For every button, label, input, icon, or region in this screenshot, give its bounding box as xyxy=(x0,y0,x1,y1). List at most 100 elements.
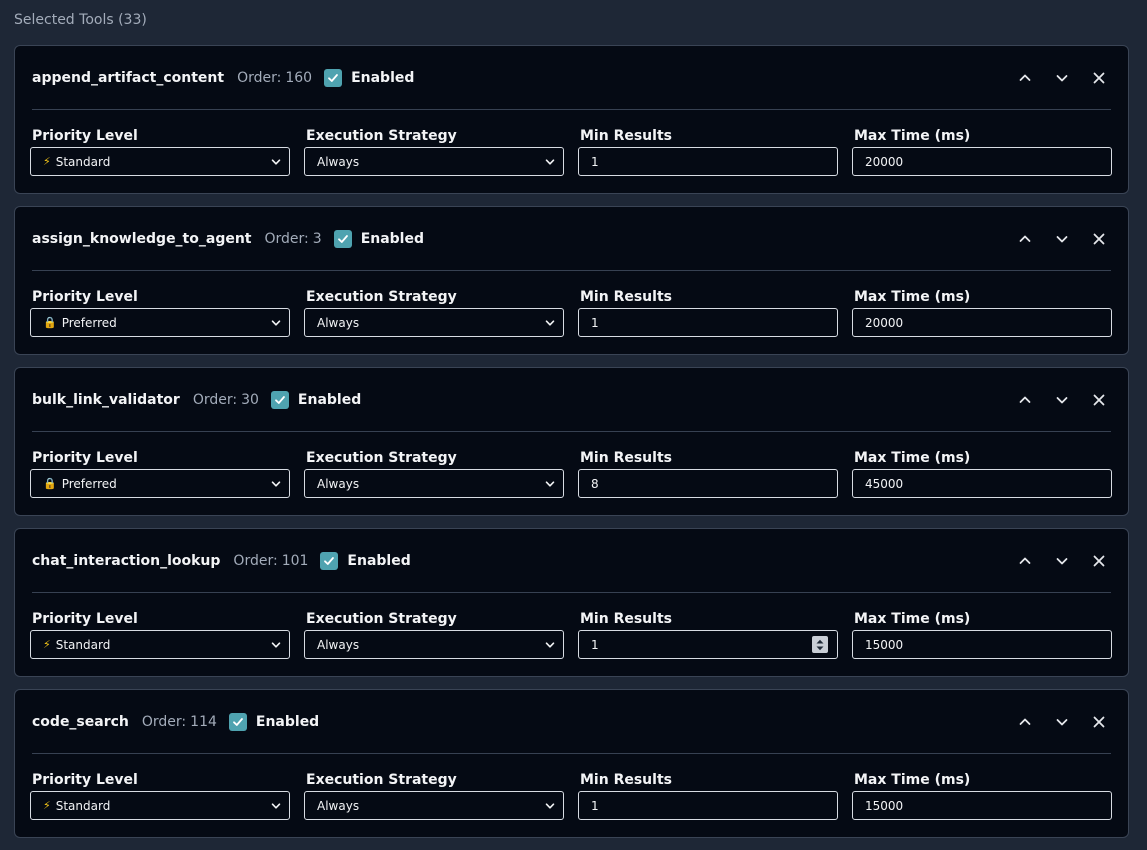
priority-level-value: Standard xyxy=(55,798,111,813)
max-time-field: Max Time (ms) 15000 xyxy=(852,610,1126,659)
execution-strategy-select[interactable]: Always xyxy=(304,630,564,659)
remove-tool-button[interactable] xyxy=(1087,388,1111,412)
chevron-down-icon xyxy=(1056,718,1068,725)
close-icon xyxy=(1093,716,1105,727)
priority-level-select[interactable]: ⚡ Standard xyxy=(30,791,290,820)
close-icon xyxy=(1093,233,1105,244)
max-time-label: Max Time (ms) xyxy=(854,289,971,305)
max-time-field: Max Time (ms) 15000 xyxy=(852,771,1126,820)
min-results-label: Min Results xyxy=(580,450,672,466)
priority-level-field: Priority Level 🔒 Preferred xyxy=(30,288,304,337)
tool-order: Order: 160 xyxy=(237,70,312,86)
priority-level-select[interactable]: 🔒 Preferred xyxy=(30,469,290,498)
priority-level-field: Priority Level 🔒 Preferred xyxy=(30,449,304,498)
max-time-input[interactable]: 20000 xyxy=(852,147,1112,176)
enabled-checkbox[interactable] xyxy=(333,229,352,248)
move-up-button[interactable] xyxy=(1013,710,1037,734)
min-results-input[interactable]: 1 xyxy=(578,147,838,176)
min-results-input[interactable]: 1 xyxy=(578,308,838,337)
tool-settings: Priority Level ⚡ Standard Execution Stra… xyxy=(30,771,1126,820)
chevron-down-icon xyxy=(545,801,555,811)
min-results-input[interactable]: 1 xyxy=(578,630,838,659)
priority-level-select[interactable]: ⚡ Standard xyxy=(30,147,290,176)
priority-level-select[interactable]: 🔒 Preferred xyxy=(30,308,290,337)
execution-strategy-select[interactable]: Always xyxy=(304,308,564,337)
move-down-button[interactable] xyxy=(1050,710,1074,734)
tool-card: append_artifact_content Order: 160 Enable… xyxy=(14,45,1129,194)
max-time-field: Max Time (ms) 45000 xyxy=(852,449,1126,498)
enabled-checkbox[interactable] xyxy=(324,68,343,87)
enabled-checkbox[interactable] xyxy=(228,712,247,731)
move-up-button[interactable] xyxy=(1013,388,1037,412)
max-time-input[interactable]: 45000 xyxy=(852,469,1112,498)
enabled-checkbox[interactable] xyxy=(270,390,289,409)
max-time-label: Max Time (ms) xyxy=(854,611,971,627)
card-actions xyxy=(1000,227,1111,251)
priority-level-value: Preferred xyxy=(61,476,117,491)
move-up-button[interactable] xyxy=(1013,227,1037,251)
tool-order: Order: 3 xyxy=(265,231,322,247)
tool-name: append_artifact_content xyxy=(32,69,225,86)
tool-settings: Priority Level ⚡ Standard Execution Stra… xyxy=(30,127,1126,176)
enabled-label: Enabled xyxy=(297,391,362,408)
order-value: 101 xyxy=(281,552,309,569)
remove-tool-button[interactable] xyxy=(1087,710,1111,734)
execution-strategy-value: Always xyxy=(317,315,360,330)
max-time-input[interactable]: 15000 xyxy=(852,791,1112,820)
move-down-button[interactable] xyxy=(1050,66,1074,90)
remove-tool-button[interactable] xyxy=(1087,549,1111,573)
chevron-down-icon xyxy=(545,479,555,489)
enabled-checkbox[interactable] xyxy=(320,551,339,570)
tool-card: code_search Order:114 Enabled Priority xyxy=(14,689,1129,838)
tool-name: bulk_link_validator xyxy=(32,391,180,408)
number-spinner[interactable] xyxy=(812,636,828,653)
order-value: 3 xyxy=(312,230,322,247)
tool-card-header: assign_knowledge_to_agent Order: 3 Enable… xyxy=(32,207,1111,271)
execution-strategy-select[interactable]: Always xyxy=(304,791,564,820)
chevron-down-icon xyxy=(271,479,281,489)
selected-tools-list: append_artifact_content Order: 160 Enable… xyxy=(14,45,1129,850)
chevron-down-icon xyxy=(545,318,555,328)
spin-down-icon xyxy=(816,646,824,650)
spin-up-icon xyxy=(816,639,824,643)
tool-settings: Priority Level 🔒 Preferred Execution Str… xyxy=(30,449,1126,498)
order-label: Order: xyxy=(264,230,309,247)
chevron-down-icon xyxy=(271,157,281,167)
close-icon xyxy=(1093,394,1105,405)
move-down-button[interactable] xyxy=(1050,227,1074,251)
move-up-button[interactable] xyxy=(1013,66,1037,90)
tool-name: chat_interaction_lookup xyxy=(32,552,221,569)
card-actions xyxy=(1000,66,1111,90)
move-down-button[interactable] xyxy=(1050,388,1074,412)
priority-level-field: Priority Level ⚡ Standard xyxy=(30,771,304,820)
max-time-label: Max Time (ms) xyxy=(854,128,971,144)
execution-strategy-select[interactable]: Always xyxy=(304,469,564,498)
move-up-button[interactable] xyxy=(1013,549,1037,573)
order-value: 160 xyxy=(285,69,313,86)
move-down-button[interactable] xyxy=(1050,549,1074,573)
min-results-input[interactable]: 8 xyxy=(578,469,838,498)
check-icon xyxy=(324,556,335,565)
min-results-input[interactable]: 1 xyxy=(578,791,838,820)
tool-settings: Priority Level ⚡ Standard Execution Stra… xyxy=(30,610,1126,659)
max-time-input[interactable]: 15000 xyxy=(852,630,1112,659)
max-time-input[interactable]: 20000 xyxy=(852,308,1112,337)
remove-tool-button[interactable] xyxy=(1087,227,1111,251)
check-icon xyxy=(337,234,348,243)
chevron-up-icon xyxy=(1019,74,1031,81)
execution-strategy-label: Execution Strategy xyxy=(306,450,457,466)
max-time-value: 20000 xyxy=(865,315,904,330)
remove-tool-button[interactable] xyxy=(1087,66,1111,90)
lightning-icon: ⚡ xyxy=(43,155,51,168)
execution-strategy-field: Execution Strategy Always xyxy=(304,288,578,337)
chevron-down-icon xyxy=(1056,557,1068,564)
chevron-down-icon xyxy=(1056,74,1068,81)
max-time-value: 45000 xyxy=(865,476,904,491)
order-value: 30 xyxy=(241,391,259,408)
chevron-down-icon xyxy=(1056,396,1068,403)
execution-strategy-select[interactable]: Always xyxy=(304,147,564,176)
close-icon xyxy=(1093,555,1105,566)
min-results-value: 1 xyxy=(591,315,599,330)
tool-card-header: code_search Order: 114 Enabled xyxy=(32,690,1111,754)
priority-level-select[interactable]: ⚡ Standard xyxy=(30,630,290,659)
